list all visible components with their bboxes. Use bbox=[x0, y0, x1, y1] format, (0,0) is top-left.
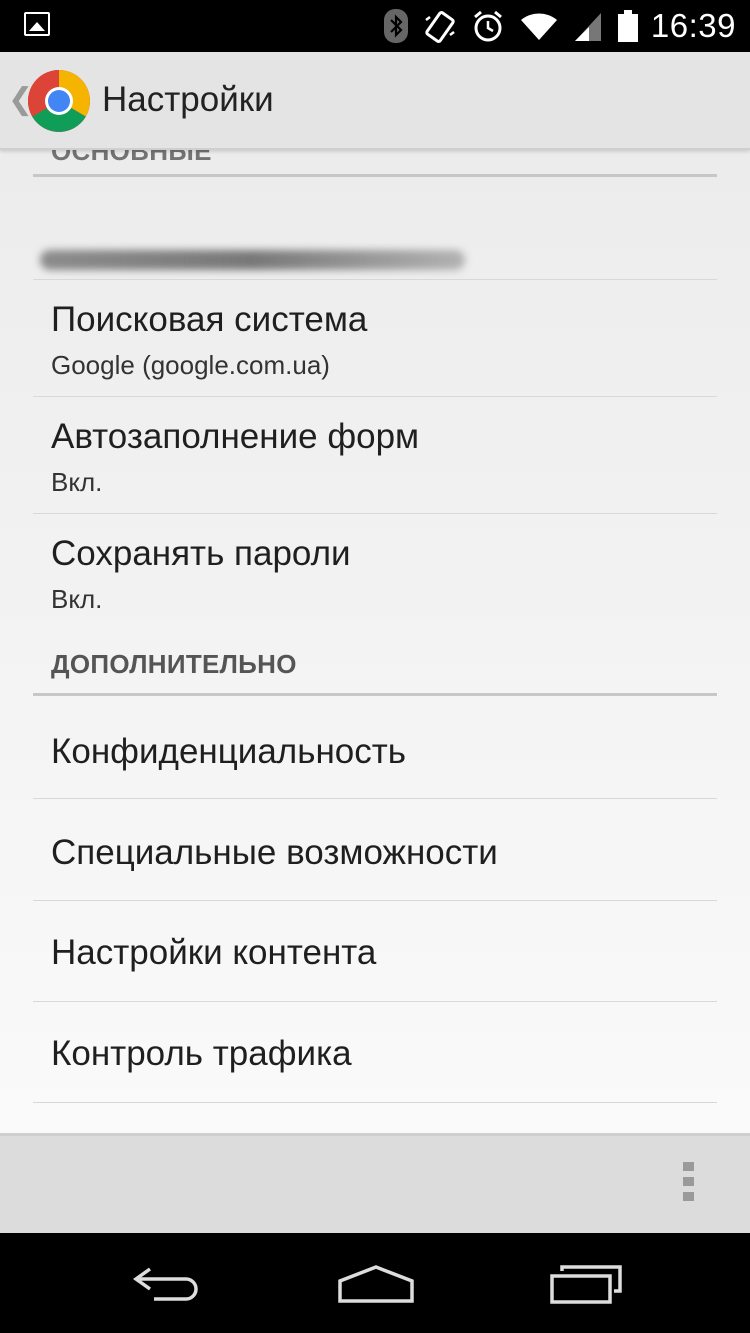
status-bar: 16:39 bbox=[0, 0, 750, 52]
search-engine-value: Google (google.com.ua) bbox=[51, 350, 330, 380]
account-item[interactable] bbox=[0, 178, 750, 280]
save-passwords-value: Вкл. bbox=[51, 584, 103, 614]
section-header-basic: ОСНОВНЫЕ bbox=[51, 150, 212, 166]
home-icon[interactable] bbox=[336, 1263, 416, 1305]
autofill-title: Автозаполнение форм bbox=[51, 417, 420, 456]
bottom-action-bar bbox=[0, 1133, 750, 1233]
section-divider bbox=[33, 174, 717, 177]
wifi-icon bbox=[520, 13, 557, 40]
accessibility-item[interactable]: Специальные возможности bbox=[0, 799, 750, 899]
settings-list: ОСНОВНЫЕ Поисковая система Google (googl… bbox=[0, 150, 750, 1133]
recents-icon[interactable] bbox=[548, 1263, 624, 1305]
vibrate-icon bbox=[425, 11, 455, 43]
back-icon[interactable] bbox=[130, 1263, 204, 1303]
search-engine-item[interactable]: Поисковая система Google (google.com.ua) bbox=[0, 280, 750, 396]
gallery-icon bbox=[24, 12, 50, 36]
signal-icon bbox=[574, 13, 601, 41]
row-divider bbox=[33, 1102, 717, 1103]
bandwidth-title: Контроль трафика bbox=[51, 1034, 352, 1073]
action-bar: ❮ Настройки bbox=[0, 52, 750, 150]
accessibility-title: Специальные возможности bbox=[51, 833, 498, 872]
status-icons: 16:39 bbox=[369, 0, 736, 52]
navigation-bar bbox=[0, 1233, 750, 1333]
alarm-icon bbox=[473, 10, 502, 42]
search-engine-title: Поисковая система bbox=[51, 300, 368, 339]
section-header-advanced: ДОПОЛНИТЕЛЬНО bbox=[51, 649, 297, 679]
bluetooth-icon bbox=[383, 9, 408, 43]
save-passwords-title: Сохранять пароли bbox=[51, 534, 351, 573]
content-settings-title: Настройки контента bbox=[51, 933, 377, 972]
autofill-value: Вкл. bbox=[51, 467, 103, 497]
overflow-menu-icon[interactable] bbox=[678, 1162, 698, 1210]
battery-icon bbox=[617, 10, 638, 42]
privacy-item[interactable]: Конфиденциальность bbox=[0, 696, 750, 798]
save-passwords-item[interactable]: Сохранять пароли Вкл. bbox=[0, 514, 750, 630]
chrome-logo[interactable] bbox=[27, 69, 91, 133]
autofill-item[interactable]: Автозаполнение форм Вкл. bbox=[0, 397, 750, 513]
blurred-account-name bbox=[40, 250, 465, 270]
privacy-title: Конфиденциальность bbox=[51, 732, 407, 771]
bandwidth-item[interactable]: Контроль трафика bbox=[0, 1002, 750, 1102]
content-settings-item[interactable]: Настройки контента bbox=[0, 901, 750, 1001]
page-title: Настройки bbox=[102, 80, 274, 119]
status-time: 16:39 bbox=[650, 7, 736, 44]
